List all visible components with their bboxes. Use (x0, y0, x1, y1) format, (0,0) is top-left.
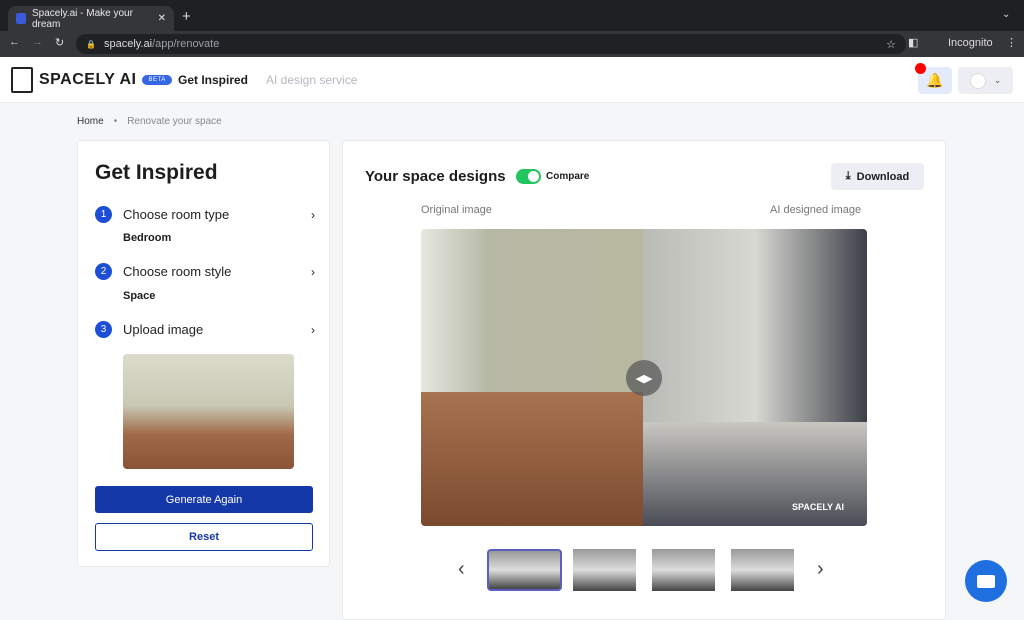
original-image (421, 229, 643, 526)
designs-title: Your space designs (365, 168, 506, 185)
beta-badge: BETA (142, 75, 172, 85)
download-button[interactable]: ⤓ Download (831, 163, 924, 190)
panel-title: Get Inspired (95, 161, 218, 184)
step-room-type[interactable]: 1 Choose room type › (95, 206, 315, 223)
avatar (969, 72, 986, 89)
menu-icon[interactable]: ⋮ (1006, 36, 1017, 49)
room-style-value: Space (123, 290, 156, 302)
breadcrumb: Home • Renovate your space (77, 116, 222, 127)
step-room-style[interactable]: 2 Choose room style › (95, 263, 315, 280)
compare-toggle[interactable] (516, 169, 541, 184)
logo-icon (11, 67, 33, 93)
chat-button[interactable] (965, 560, 1007, 602)
thumbnail-1[interactable] (487, 549, 562, 591)
download-icon: ⤓ (845, 170, 851, 182)
back-icon[interactable]: ← (9, 36, 20, 48)
compare-label: Compare (546, 171, 590, 182)
thumbnail-3[interactable] (652, 549, 715, 591)
ai-designed-image (643, 229, 867, 526)
breadcrumb-home[interactable]: Home (77, 116, 104, 127)
original-image-label: Original image (421, 204, 492, 216)
tab-search-icon[interactable]: ⌄ (1002, 9, 1010, 20)
chevron-right-icon: › (311, 322, 315, 337)
room-type-value: Bedroom (123, 232, 172, 244)
browser-tab-bar: Spacely.ai - Make your dream ✕ + ⌄ (0, 0, 1024, 31)
nav-ai-design-service[interactable]: AI design service (266, 73, 357, 87)
chevron-right-icon: › (311, 207, 315, 222)
prev-arrow-icon[interactable]: ‹ (458, 558, 465, 581)
logo[interactable]: SPACELY AI BETA (11, 67, 172, 93)
ai-image-label: AI designed image (770, 204, 862, 216)
compare-slider-handle[interactable]: ◀▶ (626, 360, 662, 396)
browser-tab[interactable]: Spacely.ai - Make your dream ✕ (8, 6, 174, 31)
step-upload-image[interactable]: 3 Upload image › (95, 321, 315, 338)
star-icon[interactable]: ☆ (886, 38, 896, 51)
breadcrumb-current: Renovate your space (127, 116, 222, 127)
sidepanel-icon[interactable]: ◧ (908, 36, 918, 49)
chat-icon (977, 574, 995, 588)
nav-get-inspired[interactable]: Get Inspired (178, 73, 248, 87)
incognito-label[interactable]: Incognito (948, 37, 993, 49)
url-input[interactable]: 🔒 spacely.ai/app/renovate ☆ (76, 34, 906, 54)
uploaded-image[interactable] (123, 354, 294, 469)
reload-icon[interactable]: ↻ (55, 36, 64, 49)
chevron-down-icon: ⌄ (993, 75, 1002, 85)
notification-dot (915, 63, 926, 74)
generate-again-button[interactable]: Generate Again (95, 486, 313, 513)
user-menu[interactable]: ⌄ (958, 67, 1013, 94)
watermark: SPACELY AI (792, 502, 845, 512)
lock-icon: 🔒 (86, 39, 96, 49)
close-tab-icon[interactable]: ✕ (158, 13, 166, 24)
next-arrow-icon[interactable]: › (817, 558, 824, 581)
thumbnail-2[interactable] (573, 549, 636, 591)
bell-icon: 🔔 (926, 72, 944, 88)
new-tab-icon[interactable]: + (182, 8, 191, 25)
chevron-right-icon: › (311, 264, 315, 279)
favicon-icon (16, 13, 26, 24)
address-bar: ← → ↻ 🔒 spacely.ai/app/renovate ☆ ◧ Incogn… (0, 31, 1024, 57)
reset-button[interactable]: Reset (95, 523, 313, 551)
forward-icon[interactable]: → (32, 36, 43, 48)
thumbnail-4[interactable] (731, 549, 794, 591)
